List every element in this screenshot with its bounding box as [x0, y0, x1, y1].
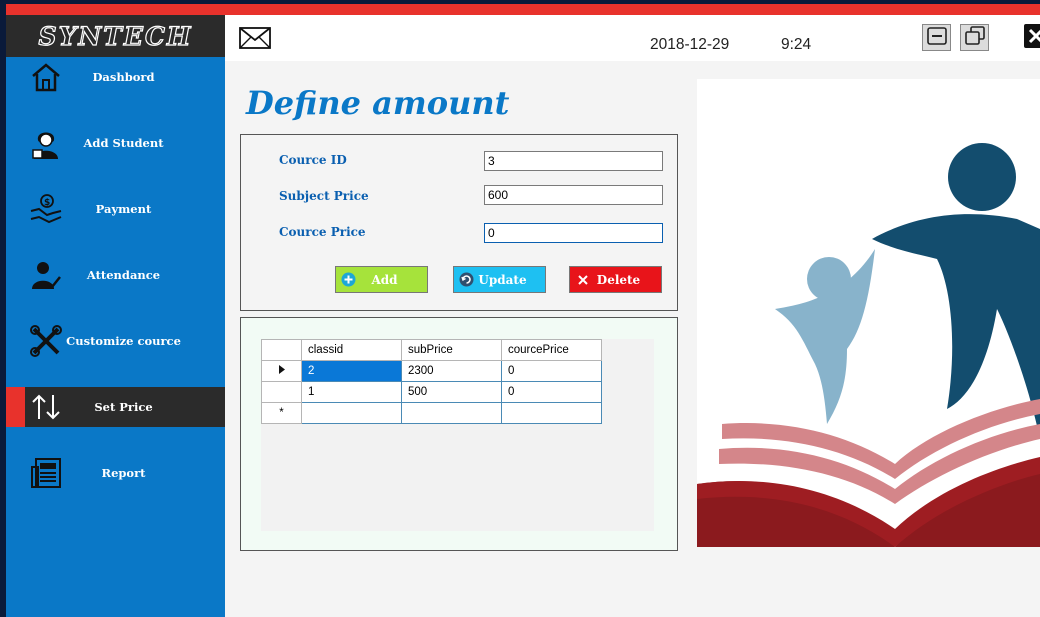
sidebar-item-label: Dashbord: [92, 70, 155, 84]
plus-circle-icon: [341, 272, 356, 287]
minimize-icon: [926, 26, 947, 49]
add-button[interactable]: Add: [335, 266, 428, 293]
subject-price-input[interactable]: [484, 185, 663, 205]
grid-corner-cell[interactable]: [261, 339, 302, 361]
brand-logo: SYNTECH: [6, 15, 225, 57]
price-grid-panel: classid subPrice courcePrice 2 2300 0 1 …: [240, 317, 678, 551]
data-grid-table: classid subPrice courcePrice 2 2300 0 1 …: [261, 339, 602, 424]
grid-cell[interactable]: [401, 402, 502, 424]
grid-cell[interactable]: 500: [401, 381, 502, 403]
add-button-label: Add: [371, 272, 398, 287]
grid-header-row: classid subPrice courcePrice: [261, 339, 602, 361]
delete-button-label: Delete: [596, 272, 641, 287]
active-indicator: [6, 387, 25, 427]
close-button[interactable]: [1023, 24, 1040, 52]
sidebar-item-report[interactable]: Report: [6, 453, 225, 493]
brand-name: SYNTECH: [38, 21, 193, 51]
current-time: 9:24: [781, 36, 812, 53]
course-price-input[interactable]: [484, 223, 663, 243]
column-header-courceprice[interactable]: courcePrice: [501, 339, 602, 361]
svg-text:$: $: [44, 198, 50, 208]
current-date: 2018-12-29: [650, 36, 730, 53]
table-row[interactable]: 1 500 0: [261, 381, 602, 403]
sidebar-item-customize-course[interactable]: Customize cource: [6, 321, 225, 361]
up-down-arrows-icon: [28, 389, 64, 425]
sidebar-item-label: Payment: [95, 202, 152, 216]
column-header-classid[interactable]: classid: [301, 339, 402, 361]
course-id-label: Cource ID: [279, 153, 347, 167]
grid-cell[interactable]: [301, 402, 402, 424]
newspaper-icon: [28, 455, 64, 491]
course-price-label: Cource Price: [279, 225, 366, 239]
column-header-subprice[interactable]: subPrice: [401, 339, 502, 361]
sidebar-item-dashboard[interactable]: Dashbord: [6, 57, 225, 97]
price-form: Cource ID Subject Price Cource Price Add…: [240, 134, 678, 311]
grid-cell[interactable]: 2300: [401, 360, 502, 382]
table-row[interactable]: 2 2300 0: [261, 360, 602, 382]
minimize-button[interactable]: [922, 24, 951, 51]
row-header-current[interactable]: [261, 360, 302, 382]
mail-icon[interactable]: [239, 27, 271, 49]
sidebar-item-label: Attendance: [86, 268, 161, 282]
house-icon: [28, 59, 64, 95]
handshake-payment-icon: $: [28, 191, 64, 227]
row-header[interactable]: [261, 381, 302, 403]
grid-cell[interactable]: 0: [501, 381, 602, 403]
student-icon: [28, 125, 64, 161]
data-grid[interactable]: classid subPrice courcePrice 2 2300 0 1 …: [261, 339, 654, 531]
sidebar-item-add-student[interactable]: Add Student: [6, 123, 225, 163]
grid-cell[interactable]: 0: [501, 360, 602, 382]
page-title: Define amount: [246, 84, 510, 122]
tools-icon: [28, 323, 64, 359]
education-logo-image: [697, 79, 1040, 547]
sidebar-item-payment[interactable]: $ Payment: [6, 189, 225, 229]
grid-cell[interactable]: [501, 402, 602, 424]
header-bar: 2018-12-29 9:24: [225, 15, 1040, 61]
sidebar-item-label: Customize cource: [66, 334, 181, 348]
grid-cell[interactable]: 2: [301, 360, 402, 382]
title-strip: [6, 4, 1040, 15]
restore-button[interactable]: [960, 24, 989, 51]
new-row-marker[interactable]: *: [261, 402, 302, 424]
refresh-icon: [459, 272, 474, 287]
update-button-label: Update: [478, 272, 527, 287]
row-pointer-icon: [278, 365, 285, 377]
close-icon: [1024, 24, 1040, 52]
update-button[interactable]: Update: [453, 266, 546, 293]
close-x-icon: [575, 272, 590, 287]
sidebar-item-attendance[interactable]: Attendance: [6, 255, 225, 295]
new-row[interactable]: *: [261, 402, 602, 424]
sidebar-item-label: Report: [101, 466, 146, 480]
delete-button[interactable]: Delete: [569, 266, 662, 293]
sidebar-item-label: Add Student: [83, 136, 164, 150]
course-id-input[interactable]: [484, 151, 663, 171]
restore-icon: [964, 25, 986, 50]
sidebar-item-set-price[interactable]: Set Price: [6, 387, 225, 427]
grid-cell[interactable]: 1: [301, 381, 402, 403]
sidebar-item-label: Set Price: [94, 400, 153, 414]
subject-price-label: Subject Price: [279, 189, 369, 203]
user-check-icon: [28, 257, 64, 293]
sidebar: SYNTECH Dashbord Add Student $ Payment A…: [6, 15, 225, 617]
